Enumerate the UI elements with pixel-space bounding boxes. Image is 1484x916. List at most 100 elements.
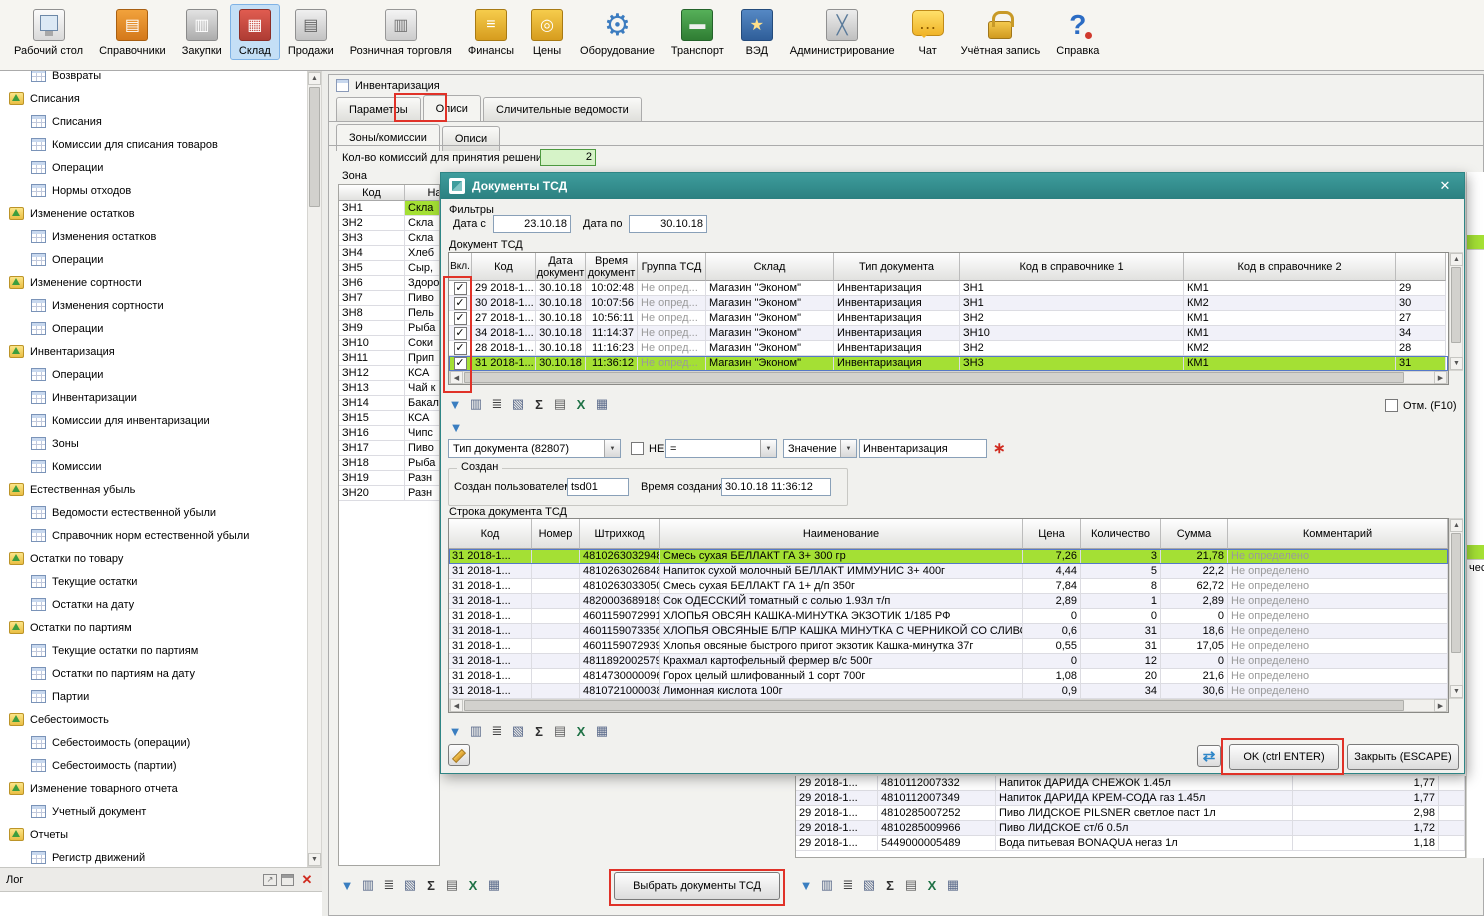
column-header[interactable]: Группа ТСД [638, 253, 706, 281]
toolbar-item-help[interactable]: ?Справка [1048, 4, 1107, 60]
toolbar-item-finance[interactable]: ≡Финансы [460, 4, 522, 60]
filter-value-input[interactable]: Инвентаризация [859, 439, 987, 458]
sigma-icon[interactable]: Σ [881, 876, 899, 894]
filter-value-mode-select[interactable]: Значение ▼ [783, 439, 857, 458]
column-header[interactable]: Код в справочнике 2 [1184, 253, 1396, 281]
sidebar-item[interactable]: Операции [0, 317, 321, 340]
columns-icon[interactable]: ▥ [818, 876, 836, 894]
list-icon[interactable]: ≣ [488, 395, 506, 413]
close-icon[interactable]: ✕ [298, 872, 316, 888]
print-icon[interactable]: ▤ [551, 722, 569, 740]
cancel-checkbox[interactable] [1385, 399, 1398, 412]
zone-row[interactable]: ЗН2Скла [339, 216, 439, 231]
line-row[interactable]: 31 2018-1...4814730000096Горох целый шли… [449, 669, 1448, 684]
sidebar-item[interactable]: Ведомости естественной убыли [0, 501, 321, 524]
date-from-input[interactable]: 23.10.18 [493, 215, 571, 233]
toolbar-item-admin[interactable]: ╳Администрирование [782, 4, 903, 60]
sidebar-item[interactable]: Изменение остатков [0, 202, 321, 225]
toolbar-item-chat[interactable]: …Чат [903, 4, 953, 60]
scroll-right-icon[interactable]: ▶ [1434, 699, 1447, 712]
scroll-thumb[interactable] [1451, 267, 1461, 343]
tab-Параметры[interactable]: Параметры [336, 97, 421, 122]
sidebar-scrollbar[interactable]: ▲ ▼ [307, 71, 322, 867]
list-icon[interactable]: ≣ [839, 876, 857, 894]
column-header[interactable]: Комментарий [1228, 519, 1448, 549]
sidebar-item[interactable]: Учетный документ [0, 800, 321, 823]
column-header[interactable] [1396, 253, 1446, 281]
toolbar-item-references[interactable]: ▤Справочники [91, 4, 174, 60]
column-header[interactable]: Номер [532, 519, 580, 549]
open-window-icon[interactable]: ↗ [263, 874, 277, 886]
zone-row[interactable]: ЗН10Соки [339, 336, 439, 351]
sidebar-item[interactable]: Изменения остатков [0, 225, 321, 248]
zone-row[interactable]: ЗН6Здоро [339, 276, 439, 291]
sidebar-item[interactable]: Списания [0, 87, 321, 110]
chevron-down-icon[interactable]: ▼ [760, 440, 776, 457]
background-line-row[interactable]: 29 2018-1...4810112007349Напиток ДАРИДА … [796, 791, 1465, 806]
scroll-down-icon[interactable]: ▼ [308, 853, 321, 866]
subtab-Описи[interactable]: Описи [442, 126, 500, 151]
scroll-left-icon[interactable]: ◀ [450, 699, 463, 712]
column-header[interactable]: Наименование [660, 519, 1023, 549]
sidebar-item[interactable]: Операции [0, 156, 321, 179]
column-header[interactable]: Время документ [586, 253, 638, 281]
export-icon[interactable]: ▧ [401, 876, 419, 894]
scroll-left-icon[interactable]: ◀ [450, 371, 463, 384]
background-line-row[interactable]: 29 2018-1...4810285007252Пиво ЛИДСКОЕ PI… [796, 806, 1465, 821]
background-line-row[interactable]: 29 2018-1...5449000005489Вода питьевая B… [796, 836, 1465, 851]
sidebar-item[interactable]: Зоны [0, 432, 321, 455]
doc-row[interactable]: 34 2018-1...30.10.1811:14:37Не опред...М… [449, 326, 1448, 341]
zone-row[interactable]: ЗН18Рыба [339, 456, 439, 471]
table-icon[interactable]: ▦ [593, 722, 611, 740]
zone-row[interactable]: ЗН19Разн [339, 471, 439, 486]
row-checkbox[interactable] [454, 282, 467, 295]
zone-row[interactable]: ЗН20Разн [339, 486, 439, 501]
zone-row[interactable]: ЗН17Пиво [339, 441, 439, 456]
checkbox-cell[interactable] [449, 326, 472, 341]
column-header[interactable]: Штрихкод [580, 519, 660, 549]
select-tsd-documents-button[interactable]: Выбрать документы ТСД [614, 872, 780, 900]
print-icon[interactable]: ▤ [443, 876, 461, 894]
toolbar-item-warehouse[interactable]: ▦Склад [230, 4, 280, 60]
tab-Описи[interactable]: Описи [423, 95, 481, 122]
close-icon[interactable]: ✕ [1434, 178, 1456, 194]
sidebar-item[interactable]: Естественная убыль [0, 478, 321, 501]
maximize-icon[interactable] [281, 874, 294, 886]
sidebar-item[interactable]: Операции [0, 248, 321, 271]
doc-table-vscrollbar[interactable]: ▲ ▼ [1449, 252, 1463, 371]
background-line-row[interactable]: 29 2018-1...4810285009966Пиво ЛИДСКОЕ ст… [796, 821, 1465, 836]
sidebar-item[interactable]: Комиссии для инвентаризации [0, 409, 321, 432]
list-icon[interactable]: ≣ [488, 722, 506, 740]
sidebar-item[interactable]: Текущие остатки по партиям [0, 639, 321, 662]
sidebar-item[interactable]: Себестоимость (партии) [0, 754, 321, 777]
zone-row[interactable]: ЗН12КСА [339, 366, 439, 381]
scroll-thumb[interactable] [309, 87, 320, 207]
line-row[interactable]: 31 2018-1...4811892002579Крахмал картофе… [449, 654, 1448, 669]
refresh-button[interactable]: ⇄ [1197, 745, 1221, 767]
excel-icon[interactable]: X [572, 722, 590, 740]
sidebar-item[interactable]: Партии [0, 685, 321, 708]
print-icon[interactable]: ▤ [902, 876, 920, 894]
column-header[interactable]: Код в справочнике 1 [960, 253, 1184, 281]
sidebar-item[interactable]: Остатки по партиям на дату [0, 662, 321, 685]
doc-row[interactable]: 28 2018-1...30.10.1811:16:23Не опред...М… [449, 341, 1448, 356]
excel-icon[interactable]: X [464, 876, 482, 894]
sidebar-item[interactable]: Остатки по товару [0, 547, 321, 570]
funnel-icon[interactable]: ▼ [447, 418, 465, 436]
export-icon[interactable]: ▧ [509, 395, 527, 413]
zone-row[interactable]: ЗН8Пель [339, 306, 439, 321]
row-checkbox[interactable] [454, 297, 467, 310]
funnel-up-icon[interactable]: ▼ [338, 876, 356, 894]
doc-row[interactable]: 30 2018-1...30.10.1810:07:56Не опред...М… [449, 296, 1448, 311]
column-header[interactable]: Тип документа [834, 253, 960, 281]
zone-row[interactable]: ЗН7Пиво [339, 291, 439, 306]
doc-table-hscrollbar[interactable]: ◀ ▶ [449, 371, 1448, 384]
sigma-icon[interactable]: Σ [530, 395, 548, 413]
date-to-input[interactable]: 30.10.18 [629, 215, 707, 233]
sidebar-item[interactable]: Возвраты [0, 71, 321, 87]
row-checkbox[interactable] [454, 312, 467, 325]
toolbar-item-retail[interactable]: ▥Розничная торговля [342, 4, 460, 60]
toolbar-item-transport[interactable]: ▬Транспорт [663, 4, 732, 60]
print-icon[interactable]: ▤ [551, 395, 569, 413]
doc-row[interactable]: 27 2018-1...30.10.1810:56:11Не опред...М… [449, 311, 1448, 326]
